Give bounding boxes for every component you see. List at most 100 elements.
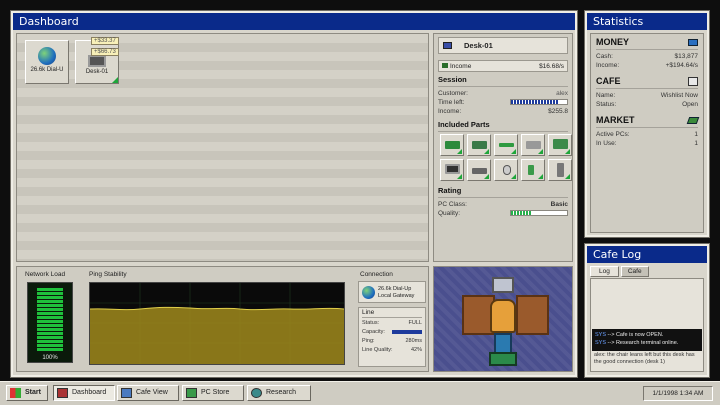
time-left-row: Time left:: [438, 98, 568, 107]
ping-chart-svg: [89, 283, 345, 364]
taskbar-research[interactable]: Research: [247, 385, 311, 401]
taskbar-pc-store[interactable]: PC Store: [182, 385, 244, 401]
line-capacity-row: Capacity:: [362, 328, 422, 337]
money-icon: [688, 38, 698, 46]
desk-income: Income $16.68/s: [438, 60, 568, 72]
start-button[interactable]: Start: [6, 385, 48, 401]
stat-income-value: +$194.64/s: [665, 62, 698, 69]
computer-desk-icon: [88, 55, 106, 67]
ping-area: [90, 307, 344, 364]
ram-icon[interactable]: [494, 134, 518, 156]
cafe-log-tabs: Log Cafe: [590, 266, 649, 277]
network-load-bars: [37, 288, 63, 351]
quality-fill: [511, 211, 531, 215]
selected-indicator: [112, 77, 118, 83]
motherboard-icon[interactable]: [467, 134, 491, 156]
monitor-board-icon[interactable]: [548, 134, 572, 156]
line-box: Line Status: FULL Capacity: Ping: 280ms Li…: [358, 307, 426, 367]
connection-box[interactable]: 26.6k Dial-Up Local Gateway: [358, 281, 426, 303]
dashboard-window: Dashboard 26.6k Dial-U Desk-01 +$33.37 +…: [10, 10, 578, 378]
desk-preview: [433, 266, 573, 372]
connection-name: 26.6k Dial-Up: [378, 286, 412, 292]
parts-title: Included Parts: [438, 120, 490, 129]
desktop-icon-label: Desk-01: [85, 69, 109, 75]
tab-cafe[interactable]: Cafe: [620, 266, 649, 277]
desk-header: Desk-01: [438, 37, 568, 54]
cafe-log-window: Cafe Log Log Cafe SYS --> Cafe is now OP…: [584, 243, 710, 378]
dashboard-icon: [57, 388, 68, 398]
mouse-icon[interactable]: [494, 159, 518, 181]
drive-icon[interactable]: [521, 134, 545, 156]
line-ping-row: Ping: 280ms: [362, 338, 422, 344]
stat-income-row: Income: +$194.64/s: [596, 62, 698, 69]
cash-value: $13,877: [674, 53, 699, 60]
pc-store-icon: [186, 388, 197, 398]
desk-canvas: 26.6k Dial-U Desk-01 +$33.37 +$66.73: [16, 33, 429, 262]
income-icon: [442, 62, 448, 68]
ping-stability-title: Ping Stability: [89, 271, 127, 278]
statistics-body: MONEY Cash: $13,877 Income: +$194.64/s CAF…: [590, 33, 704, 233]
pc-class-row: PC Class: Basic: [438, 201, 568, 208]
cafe-icon: [688, 76, 698, 86]
computer-icon: [443, 42, 452, 49]
keyboard-icon[interactable]: [467, 159, 491, 181]
taskbar-clock: 1/1/1998 1:34 AM: [643, 386, 713, 401]
customer-sprite: [490, 299, 516, 333]
connection-title: Connection: [360, 271, 393, 278]
session-title: Session: [438, 75, 467, 84]
money-title: MONEY: [596, 37, 630, 47]
gpu-icon[interactable]: [440, 134, 464, 156]
customer-value: alex: [556, 90, 568, 97]
time-left-bar: [510, 99, 568, 105]
parts-grid: [438, 134, 572, 181]
cafe-title: CAFE: [596, 76, 621, 86]
chat-entry: alex: the chair leans left but this desk…: [594, 352, 695, 365]
customer-row: Customer: alex: [438, 90, 568, 97]
desk-income-value: $16.68/s: [539, 62, 564, 70]
quality-row: Quality:: [438, 209, 568, 218]
income-popup: +$66.73: [91, 48, 119, 56]
ping-stability-chart: [89, 282, 345, 365]
quality-bar: [510, 210, 568, 216]
desktop-icon-desk[interactable]: Desk-01: [75, 40, 119, 84]
monitor-icon[interactable]: [440, 159, 464, 181]
line-status-row: Status: FULL: [362, 320, 422, 326]
active-pcs-row: Active PCs: 1: [596, 131, 698, 138]
log-entry: SYS --> Cafe is now OPEN.: [595, 332, 664, 338]
desk-income-label: Income: [450, 62, 472, 70]
desk-monitor: [492, 277, 514, 293]
income-popup: +$33.37: [91, 37, 119, 45]
start-icon: [10, 388, 21, 398]
globe-icon: [38, 47, 56, 65]
cafe-log-title[interactable]: Cafe Log: [587, 246, 707, 263]
cafe-log-body: SYS --> Cafe is now OPEN. SYS --> Resear…: [590, 278, 704, 372]
log-entry: SYS --> Research terminal online.: [595, 340, 679, 346]
cafe-view-icon: [121, 388, 132, 398]
speaker-icon[interactable]: [521, 159, 545, 181]
tab-log[interactable]: Log: [590, 266, 619, 277]
desktop-icon-dialup[interactable]: 26.6k Dial-U: [25, 40, 69, 84]
dashboard-title[interactable]: Dashboard: [13, 13, 575, 30]
desk-name: Desk-01: [464, 41, 493, 50]
market-icon: [686, 116, 700, 124]
statistics-window: Statistics MONEY Cash: $13,877 Income: +$1…: [584, 10, 710, 238]
network-load-value: 100%: [42, 355, 58, 361]
taskbar-dashboard[interactable]: Dashboard: [53, 385, 115, 401]
market-title: MARKET: [596, 115, 635, 125]
connection-sub: Local Gateway: [378, 293, 415, 299]
cafe-name-value: Wishlist Now: [660, 92, 698, 99]
cash-row: Cash: $13,877: [596, 53, 699, 60]
desk-detail-panel: Desk-01 Income $16.68/s Session Customer…: [433, 33, 573, 262]
statistics-title[interactable]: Statistics: [587, 13, 707, 30]
line-quality-row: Line Quality: 42%: [362, 347, 422, 353]
log-console: SYS --> Cafe is now OPEN. SYS --> Resear…: [592, 329, 702, 351]
globe-icon: [362, 286, 375, 299]
desktop-icon-label: 26.6k Dial-U: [30, 67, 64, 73]
pc-class-value: Basic: [550, 201, 568, 208]
case-icon[interactable]: [548, 159, 572, 181]
session-income-row: Income: $255.8: [438, 108, 568, 115]
taskbar-cafe-view[interactable]: Cafe View: [117, 385, 179, 401]
time-left-fill: [511, 100, 559, 104]
cafe-status-value: Open: [682, 101, 698, 108]
network-panel: Network Load 100% Ping Stability Connect…: [16, 266, 429, 372]
